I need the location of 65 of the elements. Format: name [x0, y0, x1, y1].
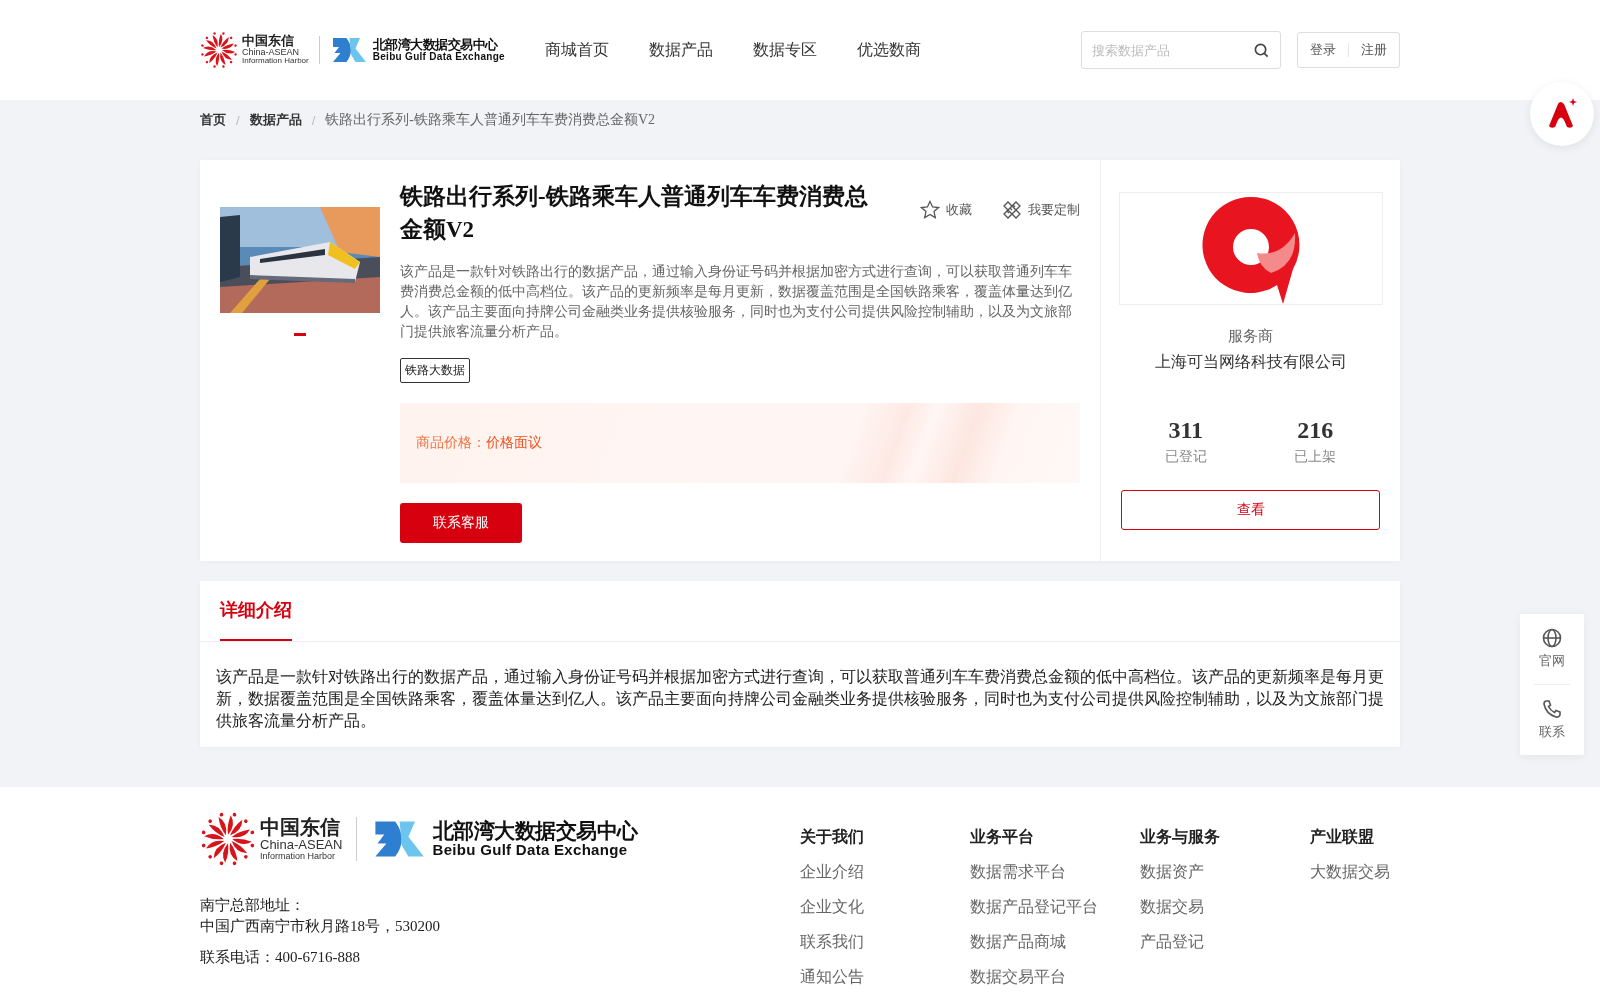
breadcrumb-link[interactable]: 首页 [200, 111, 226, 129]
provider-name: 上海可当网络科技有限公司 [1154, 352, 1347, 372]
footer-heading: 关于我们 [800, 827, 865, 847]
logo-title: 北部湾大数据交易中心 [432, 820, 638, 843]
price-text: 商品价格：价格面议 [416, 434, 542, 452]
logo-subtitle: China-ASEAN [242, 47, 301, 58]
nav-link[interactable]: 商城首页 [544, 39, 609, 61]
side-tool-button[interactable]: 官网 [1520, 624, 1584, 674]
details-tab[interactable]: 详细介绍 [220, 581, 292, 641]
footer-link[interactable]: 数据产品商城 [970, 932, 1140, 953]
breadcrumb-current: 铁路出行系列-铁路乘车人普通列车车费消费总金额V2 [325, 111, 656, 129]
provider-label: 服务商 [1228, 327, 1273, 346]
footer-heading: 业务平台 [970, 827, 1035, 847]
footer-link[interactable]: 企业介绍 [800, 862, 970, 883]
product-description: 该产品是一款针对铁路出行的数据产品，通过输入身份证号码并根据加密方式进行查询，可以获取普通列车车费消费总金额的低中高档位。该产品的更新频率是每月更新，数据覆盖范围是全国铁路乘客，覆盖体量达到亿人。该产品主要面向持牌公司金融类业务提供核验服务，同时也为支付公司提供风险控制辅助，以及为文旅部门提供旅客流量分析产品。 [400, 263, 1073, 341]
phone-text: 联系电话：400-6716-888 [200, 948, 361, 967]
stat-value: 311 [1168, 417, 1204, 444]
footer-link[interactable]: 企业文化 [800, 897, 970, 918]
logo-subtitle: Beibu Gulf Data Exchange [372, 51, 505, 63]
stat-value: 216 [1297, 417, 1334, 444]
logo-caption: Information Harbor [242, 57, 309, 66]
stat-label: 已上架 [1294, 448, 1337, 466]
phone-icon [1542, 699, 1562, 719]
logo-title: 中国东信 [242, 34, 294, 48]
view-button[interactable]: 查看 [1121, 490, 1380, 530]
pinwheel-logo-icon [200, 31, 238, 69]
side-tool-button[interactable]: 联系 [1520, 695, 1584, 745]
address-label: 南宁总部地址： [200, 896, 306, 915]
star-icon [920, 200, 940, 220]
nav-link[interactable]: 优选数商 [856, 39, 921, 61]
breadcrumb-separator: / [311, 112, 316, 128]
footer-link[interactable]: 大数据交易 [1310, 862, 1400, 883]
address-text: 中国广西南宁市秋月路18号，530200 [200, 917, 441, 936]
footer-link[interactable]: 产品登记 [1140, 932, 1310, 953]
logo-subtitle: Beibu Gulf Data Exchange [432, 842, 629, 858]
footer-link[interactable]: 数据产品登记平台 [970, 897, 1140, 918]
nav-link[interactable]: 数据产品 [648, 39, 713, 61]
customize-button[interactable]: 我要定制 [1002, 200, 1080, 220]
pinwheel-logo-icon [200, 811, 256, 867]
footer-link[interactable]: 数据交易 [1140, 897, 1310, 918]
logo-subtitle: China-ASEAN [260, 837, 343, 852]
footer-link[interactable]: 数据交易平台 [970, 967, 1140, 988]
contact-service-button[interactable]: 联系客服 [400, 503, 522, 543]
globe-icon [1542, 628, 1562, 648]
logo-title: 北部湾大数据交易中心 [372, 37, 498, 52]
footer-link[interactable]: 通知公告 [800, 967, 970, 988]
search-icon[interactable] [1254, 43, 1269, 58]
login-button[interactable]: 登录 [1310, 41, 1336, 59]
footer-heading: 产业联盟 [1310, 827, 1375, 847]
favorite-button[interactable]: 收藏 [920, 200, 972, 220]
product-title: 铁路出行系列-铁路乘车人普通列车车费消费总金额V2 [400, 182, 869, 244]
breadcrumb-link[interactable]: 数据产品 [249, 111, 302, 129]
search-field[interactable]: 搜索数据产品 [1081, 31, 1281, 69]
details-text: 该产品是一款针对铁路出行的数据产品，通过输入身份证号码并根据加密方式进行查询，可以获取普通列车车费消费总金额的低中高档位。该产品的更新频率是每月更新，数据覆盖范围是全国铁路乘客，覆盖体量达到亿人。该产品主要面向持牌公司金融类业务提供核验服务，同时也为支付公司提供风险控制辅助，以及为文旅部门提供旅客流量分析产品。 [215, 667, 1385, 731]
tag: 铁路大数据 [400, 358, 470, 383]
stat-label: 已登记 [1164, 448, 1207, 466]
footer-link[interactable]: 数据需求平台 [970, 862, 1140, 883]
breadcrumb-separator: / [236, 112, 240, 128]
footer-heading: 业务与服务 [1140, 827, 1221, 847]
register-button[interactable]: 注册 [1361, 41, 1387, 59]
logo-title: 中国东信 [260, 816, 341, 838]
nav-link[interactable]: 数据专区 [752, 39, 817, 61]
footer-link[interactable]: 联系我们 [800, 932, 970, 953]
footer-link[interactable]: 数据资产 [1140, 862, 1310, 883]
logo-caption: Information Harbor [260, 851, 337, 862]
